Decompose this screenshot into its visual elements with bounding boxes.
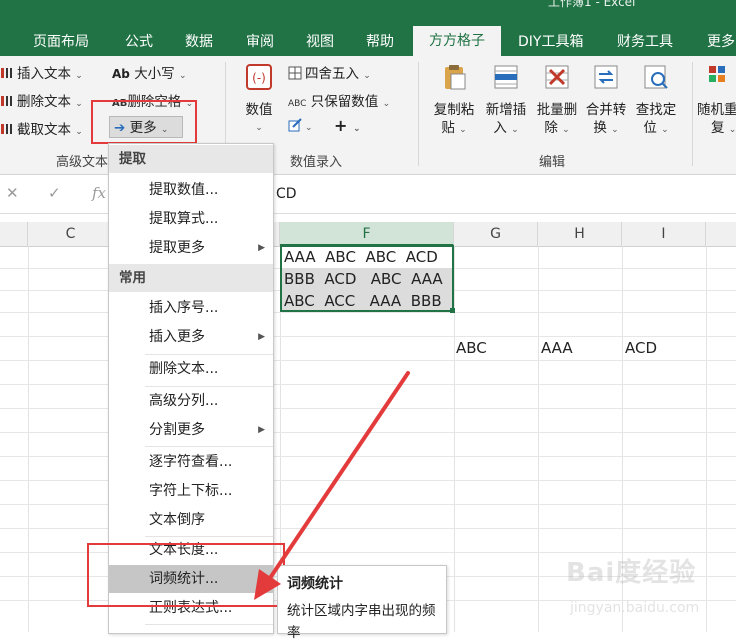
cell-g5[interactable]: ABC	[456, 337, 487, 359]
menu-header-extract: 提取	[109, 145, 273, 173]
tab-data[interactable]: 数据	[185, 28, 213, 56]
insert-text-button[interactable]: 插入文本 ⌄	[0, 62, 83, 82]
menu-item-insert-serial[interactable]: 插入序号...	[109, 294, 273, 322]
tab-view[interactable]: 视图	[306, 28, 334, 56]
insert-rows-icon	[494, 65, 518, 89]
menu-item-superscript[interactable]: 字符上下标...	[109, 477, 273, 505]
menu-item-extract-value[interactable]: 提取数值...	[109, 176, 273, 204]
batch-delete-button[interactable]: 批量删 除 ⌄	[531, 62, 583, 139]
new-insert-button[interactable]: 新增插 入 ⌄	[480, 62, 532, 139]
plus-icon: +	[334, 116, 348, 135]
value-button[interactable]: (-) 数值 ⌄	[234, 62, 284, 137]
value-icon: (-)	[246, 64, 272, 90]
confirm-icon[interactable]: ✓	[48, 184, 61, 202]
group-name-text: 高级文本	[56, 155, 109, 170]
tab-help[interactable]: 帮助	[366, 28, 394, 56]
column-header-blank	[0, 222, 28, 246]
tooltip-title: 词频统计	[287, 576, 343, 592]
menu-header-common: 常用	[109, 264, 273, 292]
merge-convert-icon	[594, 65, 618, 89]
keep-value-icon: ABC	[288, 99, 307, 109]
find-locate-button[interactable]: 查找定 位 ⌄	[630, 62, 682, 139]
cell-f1[interactable]: AAA ABC ABC ACD	[284, 246, 438, 268]
group-name-edit: 编辑	[539, 155, 566, 170]
menu-item-extract-formula[interactable]: 提取算式...	[109, 205, 273, 233]
case-icon: Ab	[112, 67, 130, 81]
cell-f3[interactable]: ABC ACC AAA BBB	[284, 290, 442, 312]
menu-item-extract-more[interactable]: 提取更多 ▶	[109, 234, 273, 262]
clipboard-icon	[445, 65, 466, 90]
tab-review[interactable]: 审阅	[246, 28, 274, 56]
cell-i5[interactable]: ACD	[625, 337, 657, 359]
case-button[interactable]: Ab 大小写 ⌄	[112, 62, 187, 82]
column-header-c[interactable]: C	[28, 222, 114, 246]
find-icon	[644, 65, 668, 89]
cell-h5[interactable]: AAA	[541, 337, 573, 359]
edit-value-button[interactable]: ⌄	[288, 118, 313, 134]
cell-f2[interactable]: BBB ACD ABC AAA	[284, 268, 443, 290]
extract-text-button[interactable]: 截取文本 ⌄	[0, 118, 83, 138]
insert-text-icon	[1, 68, 12, 78]
batch-delete-icon	[545, 65, 569, 89]
highlight-box-word-frequency	[87, 543, 285, 607]
random-icon	[709, 66, 725, 82]
group-name-value: 数值录入	[290, 155, 343, 170]
column-header-g[interactable]: G	[454, 222, 538, 246]
ribbon-divider	[692, 62, 693, 166]
ribbon-tabs: 页面布局 公式 数据 审阅 视图 帮助 方方格子 DIY工具箱 财务工具 更多	[0, 22, 736, 56]
fx-icon[interactable]: fx	[92, 184, 106, 202]
tooltip-description: 统计区域内字串出现的频率	[287, 603, 436, 641]
grid-line	[538, 246, 539, 632]
window-title: 工作簿1 - Excel	[548, 0, 636, 9]
formula-input[interactable]: CD	[276, 186, 297, 202]
add-button[interactable]: + ⌄	[334, 116, 361, 135]
delete-text-icon	[1, 96, 12, 106]
fill-handle[interactable]	[450, 308, 455, 313]
watermark-url: jingyan.baidu.com	[570, 600, 700, 616]
watermark-logo: Bai度经验	[566, 558, 697, 588]
random-repeat-button[interactable]: 随机重 复 ⌄	[697, 62, 736, 139]
column-header-h[interactable]: H	[538, 222, 622, 246]
grid-line	[28, 246, 29, 632]
submenu-arrow-icon: ▶	[258, 425, 265, 435]
tab-fangfanggezi[interactable]: 方方格子	[413, 26, 501, 56]
merge-convert-button[interactable]: 合并转 换 ⌄	[580, 62, 632, 139]
grid-line	[454, 246, 455, 632]
extract-text-icon	[1, 124, 12, 134]
menu-item-insert-more[interactable]: 插入更多 ▶	[109, 323, 273, 351]
round-icon	[288, 66, 302, 80]
menu-item-advanced-split[interactable]: 高级分列...	[109, 387, 273, 415]
tab-more[interactable]: 更多	[707, 28, 735, 56]
keep-value-button[interactable]: ABC 只保留数值 ⌄	[288, 90, 390, 110]
round-button[interactable]: 四舍五入 ⌄	[288, 62, 371, 82]
menu-separator	[145, 446, 273, 447]
highlight-box-more	[91, 100, 197, 144]
svg-text:(-): (-)	[252, 71, 266, 85]
ribbon-divider	[418, 62, 419, 166]
tooltip: 词频统计 统计区域内字串出现的频率	[277, 565, 447, 641]
column-header-f[interactable]: F	[280, 222, 454, 246]
menu-item-delete-text[interactable]: 删除文本...	[109, 355, 273, 383]
submenu-arrow-icon: ▶	[258, 332, 265, 342]
baidu-watermark: Bai度经验 jingyan.baidu.com	[566, 552, 736, 632]
tab-formulas[interactable]: 公式	[125, 28, 153, 56]
cancel-icon[interactable]: ✕	[6, 184, 19, 202]
tab-diy-toolbox[interactable]: DIY工具箱	[518, 28, 583, 56]
copy-paste-button[interactable]: 复制粘 贴 ⌄	[428, 62, 480, 139]
menu-item-char-view[interactable]: 逐字符查看...	[109, 448, 273, 476]
title-bar: 工作簿1 - Excel	[0, 0, 736, 22]
menu-item-split-more[interactable]: 分割更多 ▶	[109, 416, 273, 444]
tab-page-layout[interactable]: 页面布局	[33, 28, 89, 56]
submenu-arrow-icon: ▶	[258, 243, 265, 253]
menu-item-reverse-text[interactable]: 文本倒序	[109, 506, 273, 534]
edit-icon	[288, 118, 302, 132]
column-header-i[interactable]: I	[622, 222, 706, 246]
delete-text-button[interactable]: 删除文本 ⌄	[0, 90, 83, 110]
menu-separator	[145, 624, 273, 625]
tab-finance-tools[interactable]: 财务工具	[617, 28, 673, 56]
